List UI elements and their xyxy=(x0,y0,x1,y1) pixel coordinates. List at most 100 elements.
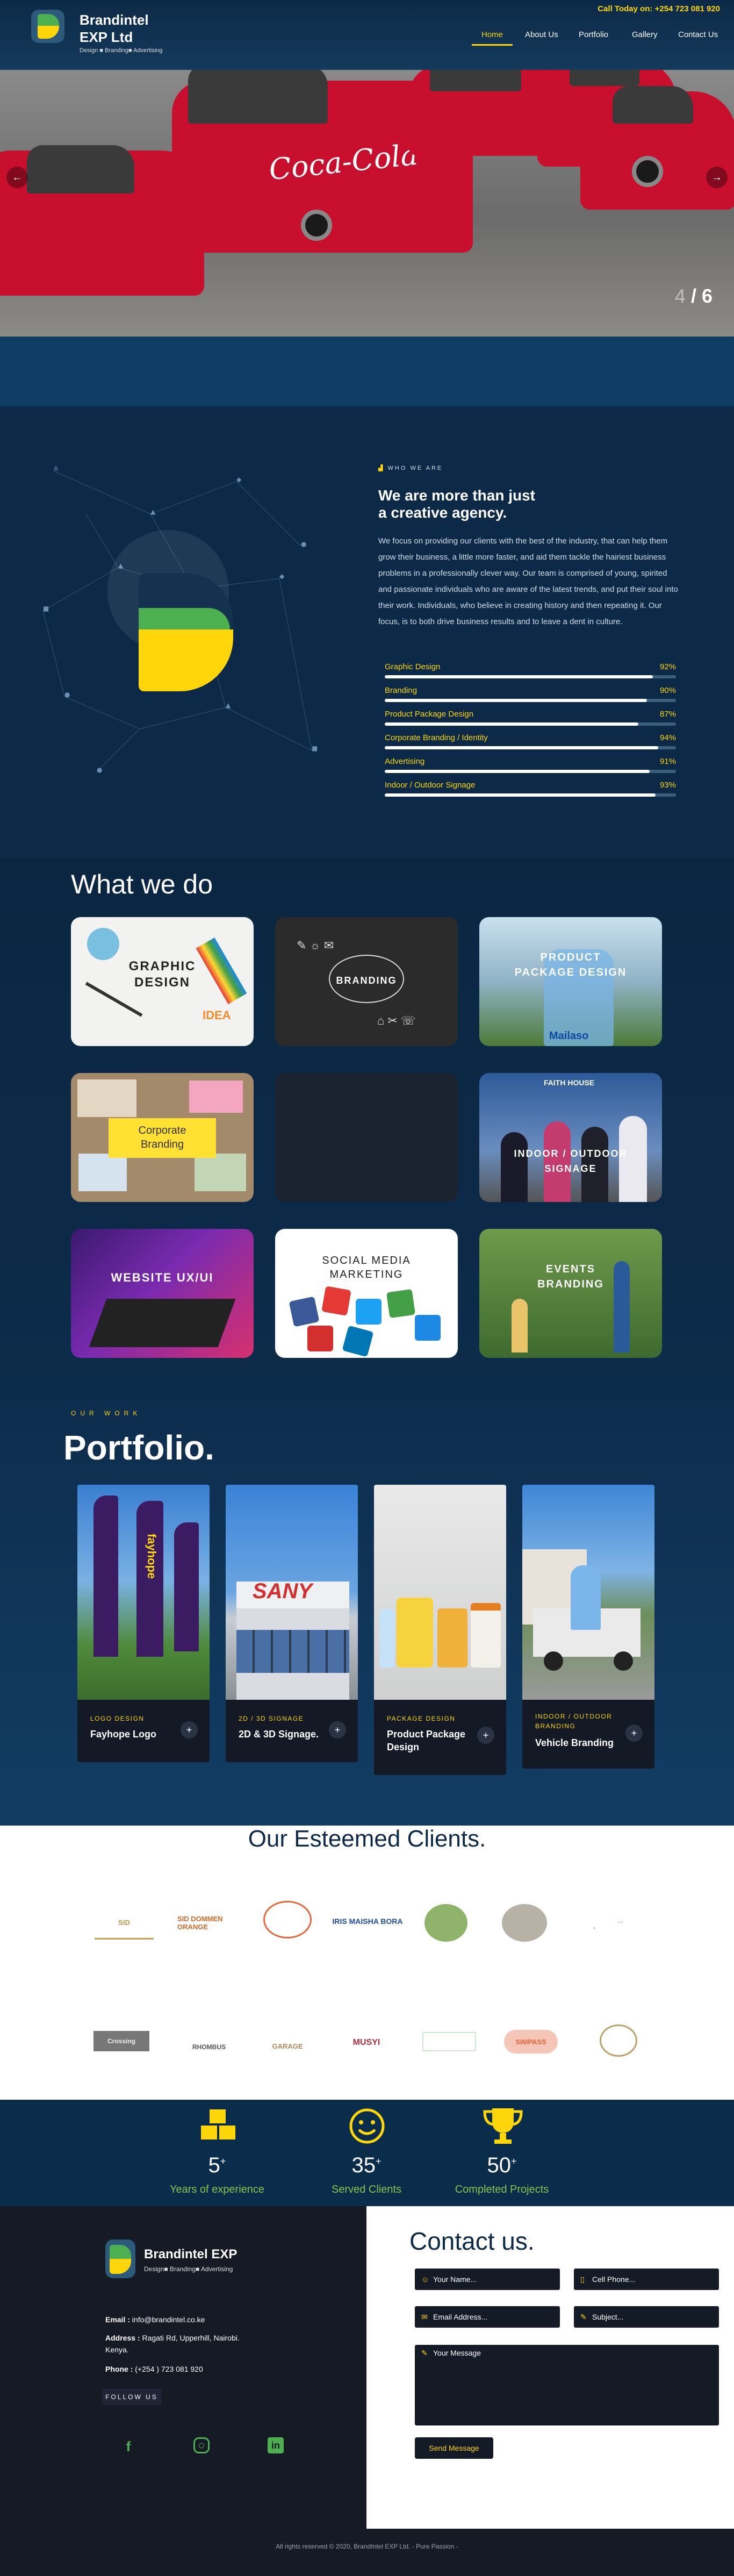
portfolio-plus-button[interactable]: + xyxy=(181,1721,198,1738)
hero-bottom-strip xyxy=(0,337,734,406)
card-product-package-design[interactable]: PRODUCT PACKAGE DESIGN Mailaso xyxy=(479,917,662,1046)
about-heading-line2: a creative agency. xyxy=(378,504,507,521)
svg-text:●: ● xyxy=(97,766,102,774)
portfolio-item-signage[interactable]: SANY 2D / 3D SIGNAGE 2D & 3D Signage. + xyxy=(226,1485,358,1762)
card-social-media-marketing[interactable]: SOCIAL MEDIA MARKETING xyxy=(275,1229,458,1358)
envelope-icon: ✉ xyxy=(421,2313,428,2321)
client-logo: MUSYI xyxy=(352,2038,380,2047)
email-field[interactable]: ✉ Email Address... xyxy=(415,2306,560,2328)
skill-name: Corporate Branding / Identity xyxy=(385,733,488,742)
message-icon: ✎ xyxy=(421,2349,428,2357)
nav-about-us[interactable]: About Us xyxy=(525,30,558,39)
brand-name: Brandintel xyxy=(80,12,149,28)
portfolio-item-product-package[interactable]: PACKAGE DESIGN Product Package Design + xyxy=(374,1485,506,1775)
hero-coca-cola-text: Coca-Cola xyxy=(267,137,420,187)
clients-section: Our Esteemed Clients. SID SID DOMMEN ORA… xyxy=(0,1826,734,2100)
card-events-branding[interactable]: EVENTS BRANDING xyxy=(479,1229,662,1358)
copyright: All rights reserved © 2020, BrandIntel E… xyxy=(276,2543,458,2550)
skill-name: Indoor / Outdoor Signage xyxy=(385,781,476,790)
site-header: Brandintel EXP Ltd Design ■ Branding■ Ad… xyxy=(0,0,734,70)
svg-text:■: ■ xyxy=(43,605,49,612)
call-today-label[interactable]: Call Today on: +254 723 081 920 xyxy=(598,4,720,13)
card-indoor-outdoor-signage[interactable]: FAITH HOUSE INDOOR / OUTDOOR SIGNAGE xyxy=(479,1073,662,1202)
skill-percent: 90% xyxy=(659,686,676,695)
footer-address: Address : Ragati Rd, Upperhill, Nairobi.… xyxy=(105,2334,240,2354)
portfolio-item-vehicle-branding[interactable]: INDOOR / OUTDOOR BRANDING Vehicle Brandi… xyxy=(522,1485,654,1769)
portfolio-eyebrow: OUR WORK xyxy=(71,1409,142,1417)
footer-tagline: Design■ Branding■ Advertising xyxy=(144,2265,233,2273)
client-logo: GARAGE xyxy=(272,2042,303,2050)
client-logo xyxy=(422,2032,476,2051)
nav-portfolio[interactable]: Portfolio xyxy=(579,30,608,39)
skill-name: Branding xyxy=(385,686,418,695)
card-graphic-design[interactable]: GRAPHIC DESIGN IDEA xyxy=(71,917,254,1046)
skill-name: Graphic Design xyxy=(385,662,441,671)
brand-name-line2: EXP Ltd xyxy=(80,29,133,45)
footer-logo[interactable] xyxy=(105,2239,135,2278)
portfolio-plus-button[interactable]: + xyxy=(625,1725,643,1742)
card-empty[interactable] xyxy=(275,1073,458,1202)
portfolio-plus-button[interactable]: + xyxy=(329,1721,346,1738)
nav-active-indicator xyxy=(472,44,513,46)
svg-text:◆: ◆ xyxy=(236,476,242,483)
about-text: We focus on providing our clients with t… xyxy=(378,533,679,630)
svg-text:◆: ◆ xyxy=(279,573,285,580)
linkedin-icon[interactable]: in xyxy=(268,2437,284,2453)
services-heading: What we do xyxy=(71,869,213,899)
client-logo xyxy=(502,1904,547,1942)
portfolio-category: INDOOR / OUTDOOR xyxy=(535,1713,613,1720)
message-field[interactable]: ✎ Your Message xyxy=(415,2345,719,2425)
slide-counter: 4 / 6 xyxy=(675,285,713,307)
skill-fill xyxy=(385,722,638,726)
stat-projects-number: 50+ xyxy=(487,2153,517,2177)
skill-fill xyxy=(385,746,659,749)
svg-text:▲: ▲ xyxy=(226,702,231,709)
facebook-icon[interactable]: f xyxy=(119,2437,138,2456)
client-logo xyxy=(424,1904,467,1942)
card-branding[interactable]: BRANDING ✎ ☼ ✉ ⌂ ✂ ☏ xyxy=(275,917,458,1046)
portfolio-category-line2: BRANDING xyxy=(535,1722,576,1730)
name-field[interactable]: ☺ Your Name... xyxy=(415,2269,560,2290)
skill-fill xyxy=(385,793,656,797)
phone-field[interactable]: ▯ Cell Phone... xyxy=(574,2269,719,2290)
card-corporate-branding[interactable]: Corporate Branding xyxy=(71,1073,254,1202)
slider-prev-button[interactable]: ← xyxy=(6,167,28,188)
send-message-button[interactable]: Send Message xyxy=(415,2437,493,2459)
boxes-icon xyxy=(201,2109,235,2139)
client-logo: ··· xyxy=(618,1919,623,1926)
phone-icon: ▯ xyxy=(580,2275,585,2284)
portfolio-title: Vehicle Branding xyxy=(535,1737,614,1748)
skill-percent: 93% xyxy=(659,781,676,790)
about-section: A ▲ ◆ ● ■ ▲ ◆ ● ▲ ■ ● ▟ WHO WE ARE We are more t… xyxy=(0,406,734,858)
slider-next-button[interactable]: → xyxy=(706,167,728,188)
big-logo-b xyxy=(139,573,233,691)
stat-projects-label: Completed Projects xyxy=(455,2184,549,2195)
footer-phone: Phone : (+254 ) 723 081 920 xyxy=(105,2365,203,2373)
portfolio-item-fayhope-logo[interactable]: fayhope LOGO DESIGN Fayhope Logo + xyxy=(77,1485,210,1762)
skill-fill xyxy=(385,675,653,678)
footer-brand: Brandintel EXP xyxy=(144,2247,238,2262)
card-website-ux-ui[interactable]: WEBSITE UX/UI xyxy=(71,1229,254,1358)
smiley-icon xyxy=(349,2108,385,2144)
nav-gallery[interactable]: Gallery xyxy=(632,30,658,39)
skill-name: Advertising xyxy=(385,757,425,766)
portfolio-plus-button[interactable]: + xyxy=(477,1727,494,1744)
nav-home[interactable]: Home xyxy=(481,30,503,39)
slide-total: / 6 xyxy=(690,285,713,307)
about-heading-line1: We are more than just xyxy=(378,487,536,504)
client-logo: Crossing xyxy=(93,2031,149,2051)
slide-current: 4 xyxy=(674,285,686,307)
nav-contact-us[interactable]: Contact Us xyxy=(678,30,718,39)
client-logo xyxy=(600,2024,637,2057)
stat-clients-label: Served Clients xyxy=(331,2184,402,2195)
portfolio-category: PACKAGE DESIGN xyxy=(387,1715,456,1722)
skill-name: Product Package Design xyxy=(385,710,474,719)
subject-field[interactable]: ✎ Subject... xyxy=(574,2306,719,2328)
client-logo: IRIS MAISHA BORA xyxy=(332,1917,403,1926)
hero-car-right2 xyxy=(580,86,734,210)
instagram-icon[interactable]: ○ xyxy=(193,2437,210,2453)
comment-icon: ✎ xyxy=(580,2313,587,2321)
client-logo: RHOMBUS xyxy=(192,2043,226,2051)
brand-logo[interactable] xyxy=(31,10,64,43)
stat-clients-number: 35+ xyxy=(351,2153,382,2177)
